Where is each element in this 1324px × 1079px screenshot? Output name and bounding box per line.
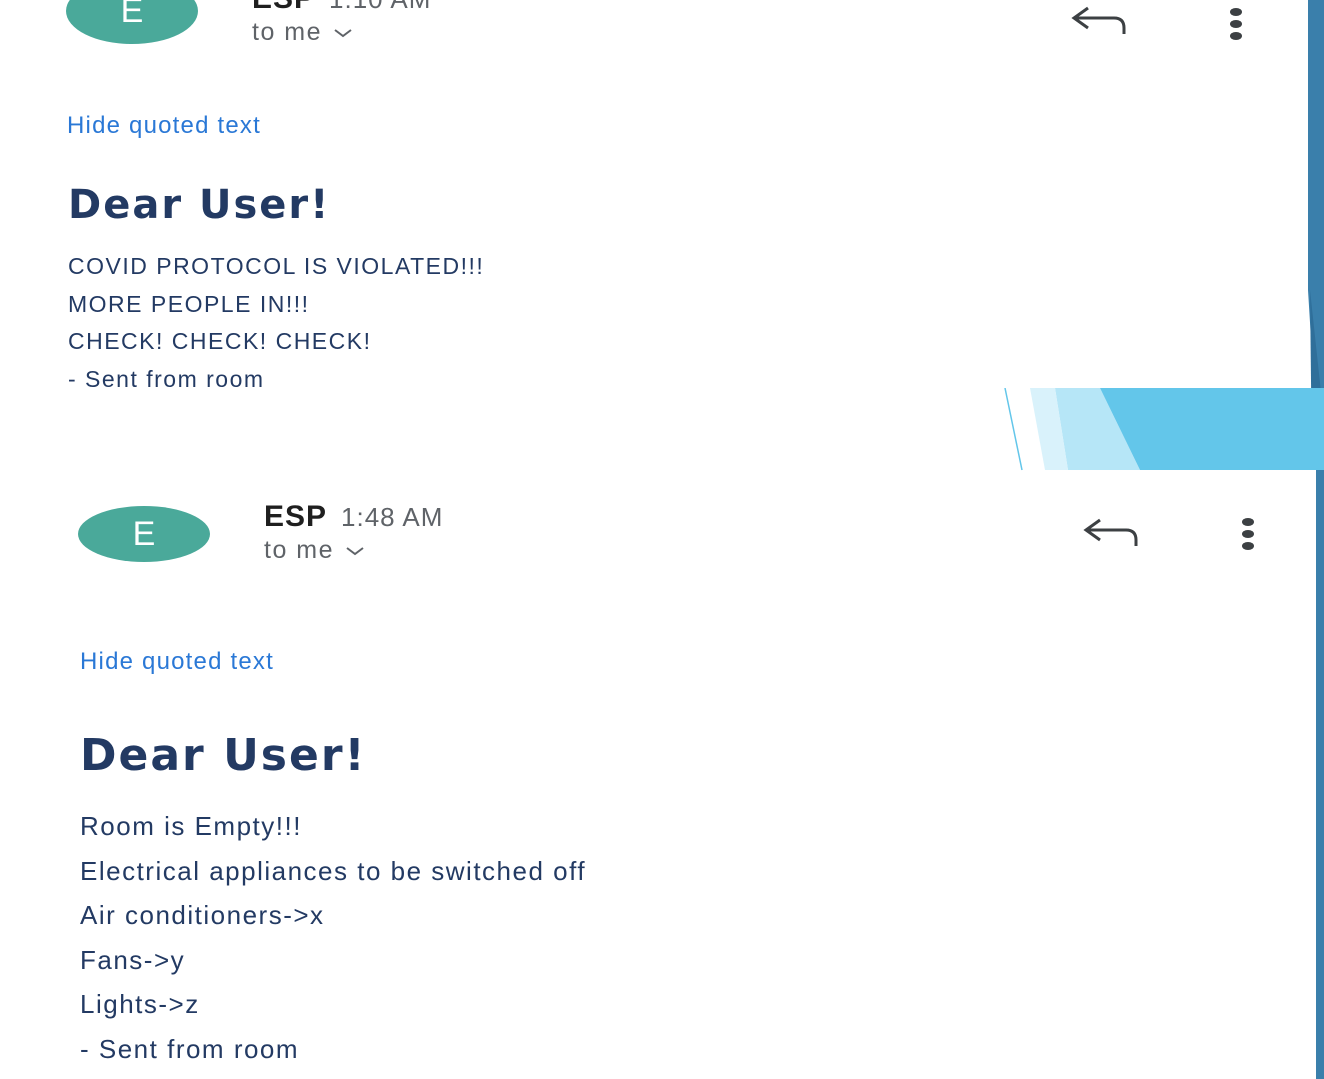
body-line: Air conditioners->x [80, 900, 325, 930]
message-time: 1:10 AM [329, 0, 431, 15]
body-line: Lights->z [80, 989, 200, 1019]
body-line: Electrical appliances to be switched off [80, 855, 587, 886]
sender-name: ESP [264, 500, 328, 533]
email-message-2: E ESP 1:48 AM to me Hide quoted text Dea… [24, 472, 1312, 1079]
recipient-label: to me [264, 536, 335, 564]
sender-header: ESP 1:48 AM [264, 500, 443, 534]
avatar-letter: E [132, 514, 156, 553]
hide-quoted-text-link[interactable]: Hide quoted text [67, 112, 261, 140]
body-line: - Sent from room [80, 1033, 300, 1064]
chevron-down-icon [346, 546, 364, 555]
email-greeting: Dear User! [68, 182, 331, 228]
body-line: Fans->y [80, 944, 186, 975]
recipient-details-toggle[interactable]: to me [252, 18, 354, 47]
body-line: - Sent from room [68, 365, 265, 389]
email-greeting: Dear User! [80, 730, 367, 781]
reply-icon[interactable] [1080, 516, 1142, 550]
email-message-1: E ESP 1:10 AM to me Hide quoted text Dea… [12, 0, 1308, 388]
email-body: Room is Empty!!! Electrical appliances t… [80, 804, 586, 1071]
more-vert-icon[interactable] [1226, 6, 1246, 42]
hide-quoted-text-link[interactable]: Hide quoted text [80, 648, 274, 676]
more-vert-icon[interactable] [1238, 516, 1258, 552]
body-line: Room is Empty!!! [80, 811, 302, 841]
sender-avatar[interactable]: E [66, 0, 198, 44]
sender-name: ESP [252, 0, 315, 16]
recipient-label: to me [252, 18, 323, 46]
email-body: COVID PROTOCOL IS VIOLATED!!! MORE PEOPL… [68, 248, 484, 388]
reply-icon[interactable] [1068, 4, 1130, 38]
sender-header: ESP 1:10 AM [252, 0, 431, 16]
avatar-letter: E [120, 0, 144, 30]
sender-avatar[interactable]: E [78, 506, 210, 562]
body-line: CHECK! CHECK! CHECK! [68, 328, 372, 354]
chevron-down-icon [334, 28, 352, 37]
body-line: COVID PROTOCOL IS VIOLATED!!! [68, 253, 485, 279]
message-time: 1:48 AM [341, 502, 444, 532]
recipient-details-toggle[interactable]: to me [264, 536, 366, 565]
body-line: MORE PEOPLE IN!!! [68, 290, 310, 317]
